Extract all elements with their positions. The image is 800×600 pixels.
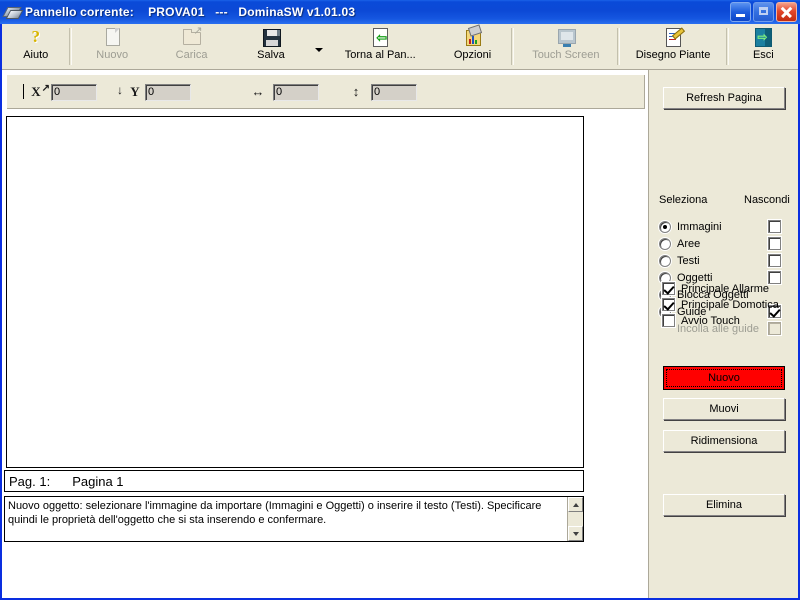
toolbar-button-opzioni[interactable]: Opzioni — [434, 24, 511, 69]
option-row-principale-domotica[interactable]: Principale Domotica — [662, 297, 779, 312]
hide-checkbox-aree[interactable] — [768, 237, 781, 250]
toolbar-button-carica[interactable]: ↗ Carica — [152, 24, 231, 69]
toolbar-button-touch-screen[interactable]: Touch Screen — [514, 24, 617, 69]
application-window: Pannello corrente: PROVA01 --- DominaSW … — [0, 0, 800, 600]
tools-panel: Refresh Pagina Seleziona Nascondi Immagi… — [648, 70, 798, 598]
elimina-button-label: Elimina — [705, 499, 743, 511]
page-number-label: Pag. 1: — [9, 473, 51, 489]
panel-icon — [2, 3, 24, 21]
refresh-page-label: Refresh Pagina — [686, 92, 762, 104]
layer-label: Testi — [677, 255, 700, 267]
toolbar-label: Opzioni — [453, 49, 492, 61]
coordinate-toolbar: X ↗ 0 ↓ Y 0 ↔ 0 ↕ 0 — [6, 74, 646, 110]
toolbar-button-disegno-piante[interactable]: Disegno Piante — [620, 24, 725, 69]
toolbar-button-nuovo[interactable]: Nuovo — [72, 24, 151, 69]
option-row-principale-allarme[interactable]: Principale Allarme — [662, 281, 769, 296]
option-row-avvio-touch[interactable]: Avvio Touch — [662, 313, 740, 328]
layer-column-headers: Seleziona Nascondi — [659, 194, 799, 210]
toolbar-button-aiuto[interactable]: ? Aiuto — [2, 24, 69, 69]
help-question-icon: ? — [31, 27, 40, 46]
title-bar: Pannello corrente: PROVA01 --- DominaSW … — [0, 0, 800, 24]
hide-checkbox-immagini[interactable] — [768, 220, 781, 233]
hide-column-header: Nascondi — [744, 194, 790, 206]
maximize-button[interactable] — [753, 2, 774, 22]
main-toolbar: ? Aiuto Nuovo ↗ Carica Salva ⇦ Torna al … — [2, 24, 798, 70]
toolbar-button-torna-al-pannello[interactable]: ⇦ Torna al Pan... — [327, 24, 434, 69]
status-scrollbar[interactable] — [567, 497, 583, 541]
options-chart-icon — [462, 24, 484, 47]
toolbar-label: Carica — [175, 49, 208, 61]
toolbar-label: Salva — [257, 49, 285, 61]
select-column-header: Seleziona — [659, 194, 708, 206]
window-title: Pannello corrente: PROVA01 --- DominaSW … — [25, 5, 356, 19]
vertical-arrow-icon: ↕ — [352, 84, 360, 99]
nuovo-button[interactable]: Nuovo — [663, 366, 785, 390]
layer-label: Aree — [677, 238, 701, 250]
x-position-input[interactable]: 0 — [51, 83, 97, 101]
toolbar-label: Touch Screen — [532, 49, 600, 61]
scroll-down-icon[interactable] — [568, 526, 583, 541]
elimina-button[interactable]: Elimina — [663, 494, 785, 516]
toolbar-dropdown-arrow-icon[interactable] — [314, 47, 323, 52]
option-label: Principale Allarme — [681, 282, 770, 295]
minimize-button[interactable] — [730, 2, 751, 22]
radio-testi[interactable] — [659, 255, 671, 267]
toolbar-label: Nuovo — [96, 49, 129, 61]
height-input[interactable]: 0 — [371, 83, 417, 101]
page-label-bar: Pag. 1: Pagina 1 — [4, 470, 584, 492]
scroll-up-icon[interactable] — [568, 497, 583, 512]
new-page-icon — [101, 27, 123, 47]
hide-checkbox-incolla-alle-guide[interactable] — [768, 322, 781, 335]
status-message-box: Nuovo oggetto: selezionare l'immagine da… — [4, 496, 584, 542]
ridimensiona-button-label: Ridimensiona — [690, 435, 758, 447]
radio-immagini[interactable] — [659, 221, 671, 233]
radio-aree[interactable] — [659, 238, 671, 250]
checkbox-principale-domotica[interactable] — [662, 298, 675, 311]
option-label: Avvio Touch — [681, 314, 740, 327]
muovi-button-label: Muovi — [709, 403, 739, 415]
y-position-input[interactable]: 0 — [145, 83, 191, 101]
y-position-icon: ↓ Y — [117, 83, 140, 99]
open-folder-icon: ↗ — [181, 26, 203, 47]
ridimensiona-button[interactable]: Ridimensiona — [663, 430, 785, 452]
toolbar-button-esci[interactable]: ⇨ Esci — [729, 24, 798, 69]
page-name-label: Pagina 1 — [72, 473, 124, 489]
horizontal-arrow-icon: ↔ — [251, 84, 265, 99]
checkbox-avvio-touch[interactable] — [662, 314, 675, 327]
toolbar-label: Esci — [752, 49, 774, 61]
checkbox-principale-allarme[interactable] — [662, 282, 675, 295]
monitor-icon — [555, 27, 577, 47]
option-label: Principale Domotica — [681, 298, 779, 311]
page-canvas[interactable] — [6, 116, 584, 468]
toolbar-label: Disegno Piante — [635, 49, 711, 61]
toolbar-label: Torna al Pan... — [344, 49, 416, 61]
toolbar-button-salva[interactable]: Salva — [231, 24, 310, 69]
layer-label: Immagini — [677, 221, 722, 233]
floppy-save-icon — [260, 27, 282, 47]
back-arrow-icon: ⇦ — [369, 27, 391, 47]
nuovo-button-label: Nuovo — [708, 372, 740, 384]
clipboard-pencil-icon — [662, 27, 686, 47]
status-message-text: Nuovo oggetto: selezionare l'immagine da… — [8, 500, 542, 526]
x-position-icon: X ↗ — [21, 83, 51, 101]
window-controls — [730, 2, 797, 22]
width-input[interactable]: 0 — [273, 83, 319, 101]
toolbar-label: Aiuto — [23, 49, 49, 61]
hide-checkbox-testi[interactable] — [768, 254, 781, 267]
close-button[interactable] — [776, 2, 797, 22]
hide-checkbox-oggetti[interactable] — [768, 271, 781, 284]
muovi-button[interactable]: Muovi — [663, 398, 785, 420]
document-area: X ↗ 0 ↓ Y 0 ↔ 0 ↕ 0 Pag. 1: Pagina 1 Nuo… — [2, 70, 648, 598]
exit-door-icon: ⇨ — [752, 27, 774, 47]
refresh-page-button[interactable]: Refresh Pagina — [663, 87, 785, 109]
